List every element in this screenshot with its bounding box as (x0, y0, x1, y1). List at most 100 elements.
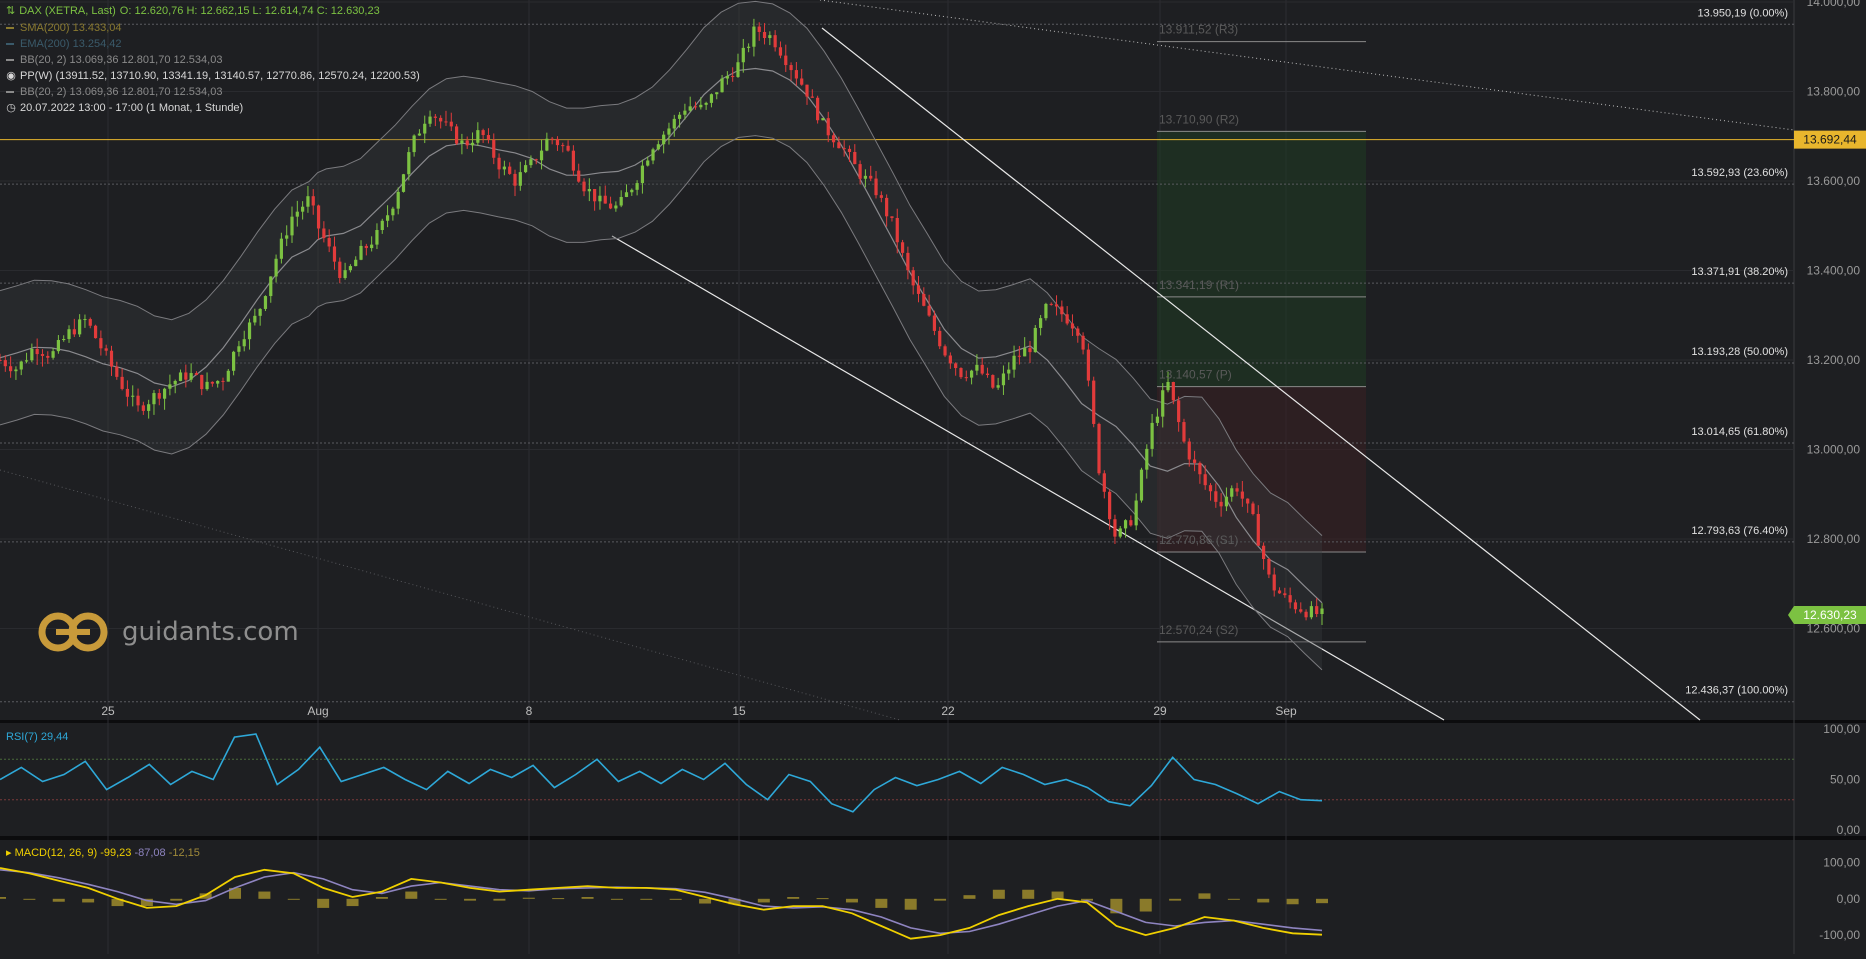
candle-body (640, 165, 645, 184)
candle-body (959, 368, 963, 378)
candle-body (1049, 303, 1053, 305)
rsi-legend[interactable]: RSI(7) 29,44 (6, 731, 68, 743)
candle-body (725, 76, 729, 79)
candle-body (131, 395, 135, 397)
signal-value: -87,08 (134, 847, 166, 859)
candle-body (693, 106, 698, 108)
candle-body (51, 351, 55, 358)
candle-body (168, 384, 172, 389)
candle-body (614, 205, 618, 209)
macd-histogram-bar (552, 898, 565, 900)
candle-body (895, 217, 899, 243)
candle-body (879, 195, 883, 198)
candle-body (115, 366, 119, 377)
candle-body (9, 366, 13, 372)
candle-body (492, 139, 496, 158)
candle-body (911, 270, 915, 286)
legend-sma[interactable]: SMA(200) 13.433,04 (6, 21, 122, 35)
candle-body (816, 97, 820, 121)
macd-histogram-bar (1227, 898, 1240, 900)
candle-body (529, 159, 533, 166)
candle-body (401, 174, 406, 192)
candle-body (1108, 491, 1112, 520)
candle-body (975, 364, 979, 371)
candle-body (1134, 500, 1138, 526)
candle-body (954, 363, 958, 369)
candle-body (1007, 369, 1011, 374)
legend-bb1[interactable]: BB(20, 2) 13.069,36 12.801,70 12.534,03 (6, 53, 222, 67)
candle-body (1214, 491, 1218, 502)
legend-range[interactable]: ◷ 20.07.2022 13:00 - 17:00 (1 Monat, 1 S… (6, 101, 243, 115)
candle-body (635, 183, 639, 190)
candle-body (773, 35, 777, 48)
pivot-zone-bull (1157, 131, 1366, 387)
rsi-tick-label: 0,00 (1837, 823, 1861, 837)
macd-histogram-bar (757, 898, 770, 903)
y-tick-label: 13.000,00 (1807, 443, 1861, 457)
candle-body (1070, 323, 1075, 329)
candle-body (1076, 328, 1080, 336)
candle-body (1187, 441, 1191, 460)
candle-body (1182, 422, 1186, 442)
candle-body (768, 35, 772, 39)
candle-body (932, 315, 937, 331)
candle-body (301, 206, 305, 212)
macd-histogram-bar (669, 898, 682, 900)
candle-body (513, 173, 517, 186)
candle-body (927, 305, 931, 316)
legend-bb2[interactable]: BB(20, 2) 13.069,36 12.801,70 12.534,03 (6, 85, 222, 99)
candle-body (943, 346, 947, 356)
y-tick-label: 13.600,00 (1807, 174, 1861, 188)
candle-body (109, 350, 114, 367)
rsi-value: 29,44 (40, 731, 69, 743)
candle-body (1235, 488, 1239, 492)
macd-tick-label: -100,00 (1819, 928, 1860, 942)
candle-body (762, 31, 767, 39)
macd-histogram-bar (405, 891, 418, 899)
candle-body (539, 150, 544, 161)
candle-body (99, 338, 103, 349)
background (0, 0, 1866, 954)
candle-body (1145, 448, 1149, 470)
candle-body (46, 355, 50, 358)
x-tick-label: Aug (307, 704, 328, 718)
candle-body (741, 47, 745, 63)
candle-body (550, 138, 554, 140)
candle-body (853, 152, 857, 165)
candle-body (173, 380, 177, 385)
y-tick-label: 13.400,00 (1807, 264, 1861, 278)
candle-body (306, 196, 310, 207)
legend-ema[interactable]: EMA(200) 13.254,42 (6, 37, 122, 51)
candle-body (332, 246, 337, 262)
candle-body (964, 377, 968, 379)
macd-histogram-bar (23, 898, 36, 900)
candle-body (922, 293, 926, 306)
candle-body (67, 329, 71, 339)
macd-legend[interactable]: ▸ MACD(12, 26, 9) -99,23 -87,08 -12,15 (6, 846, 200, 859)
chart-stage[interactable]: 25 Aug 8 15 22 29 Sep 14.000,00 13.800,00 13.600,… (0, 0, 1866, 954)
candle-body (1320, 608, 1324, 615)
candle-body (1293, 602, 1298, 610)
macd-histogram-bar (992, 889, 1005, 899)
candle-body (428, 116, 432, 124)
candle-body (24, 360, 29, 362)
legend-pp[interactable]: ◉ PP(W) (13911.52, 13710.90, 13341.19, 1… (6, 69, 420, 83)
pivot-label: 13.911,52 (R3) (1159, 23, 1238, 37)
sma-label: SMA(200) 13.433,04 (20, 22, 122, 34)
macd-histogram-bar (258, 891, 271, 899)
candle-body (1166, 382, 1170, 391)
candle-body (1054, 304, 1059, 307)
candle-body (1065, 314, 1069, 324)
candle-body (343, 270, 347, 278)
candle-body (1161, 390, 1165, 417)
watermark-text: guidants.com (122, 617, 299, 647)
guidants-logo-icon (38, 612, 108, 652)
candle-body (439, 117, 443, 122)
chart-svg[interactable]: 25 Aug 8 15 22 29 Sep 14.000,00 13.800,00 13.600,… (0, 0, 1866, 954)
horizontal-line-label: 13.692,44 (1803, 133, 1857, 147)
candle-body (1081, 335, 1085, 350)
candle-body (125, 388, 130, 397)
candle-body (1224, 496, 1229, 507)
macd-histogram-bar (1316, 898, 1328, 904)
macd-histogram-bar (1139, 898, 1152, 912)
